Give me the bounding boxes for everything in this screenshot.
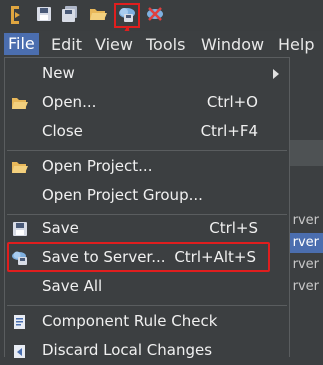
menu-item-open-project-group[interactable]: Open Project Group...: [5, 182, 289, 210]
menu-item-label: Open...: [42, 93, 97, 111]
menu-item-open-project[interactable]: Open Project...: [5, 153, 289, 181]
menu-item-label: Save: [42, 219, 79, 237]
background-header-strip: [290, 140, 323, 166]
open-folder-icon: [11, 95, 29, 111]
menu-separator: [7, 305, 287, 306]
menu-item-new[interactable]: New: [5, 60, 289, 88]
menu-file[interactable]: File: [4, 33, 39, 55]
menu-separator: [7, 150, 287, 151]
save-all-icon[interactable]: [60, 4, 82, 26]
menu-item-discard-local-changes[interactable]: Discard Local Changes: [5, 337, 289, 365]
menu-help[interactable]: Help: [278, 35, 314, 54]
discard-changes-icon: [11, 343, 29, 359]
menu-item-label: Close: [42, 122, 83, 140]
menu-item-shortcut: Ctrl+O: [206, 93, 258, 111]
menu-item-shortcut: Ctrl+F4: [200, 122, 258, 140]
background-row: rver: [292, 279, 319, 294]
submenu-arrow-icon: [273, 69, 279, 79]
menu-tools[interactable]: Tools: [146, 35, 185, 54]
open-folder-icon[interactable]: [88, 4, 110, 26]
rule-check-icon: [11, 314, 29, 330]
menu-view[interactable]: View: [95, 35, 133, 54]
menu-item-close[interactable]: Close Ctrl+F4: [5, 118, 289, 146]
background-row-selected: rver: [290, 233, 323, 253]
menu-bar: File Edit View Tools Window Help: [0, 31, 323, 57]
save-to-server-highlight-box: [7, 242, 270, 272]
menu-item-open[interactable]: Open... Ctrl+O: [5, 89, 289, 117]
background-row: rver: [292, 257, 319, 272]
open-project-icon: [11, 159, 29, 175]
background-row: rver: [292, 213, 319, 228]
menu-item-save-all[interactable]: Save All: [5, 273, 289, 301]
menu-item-label: Open Project...: [42, 157, 153, 175]
menu-item-label: Component Rule Check: [42, 312, 218, 330]
menu-item-label: Open Project Group...: [42, 186, 203, 204]
menu-window[interactable]: Window: [201, 35, 264, 54]
save-icon: [11, 221, 29, 237]
disconnect-icon[interactable]: [145, 4, 167, 26]
menu-item-label: New: [42, 64, 75, 82]
save-icon[interactable]: [34, 4, 56, 26]
menu-item-component-rule-check[interactable]: Component Rule Check: [5, 308, 289, 336]
file-menu-dropdown: New Open... Ctrl+O Close Ctrl+F4 Open Pr…: [4, 57, 290, 359]
menu-item-label: Save All: [42, 277, 103, 295]
save-to-server-icon[interactable]: [117, 4, 139, 26]
toolbar: [0, 0, 323, 60]
background-panel: [290, 57, 323, 354]
menu-item-label: Discard Local Changes: [42, 341, 213, 359]
menu-item-shortcut: Ctrl+S: [209, 219, 258, 237]
app-logo-icon[interactable]: [5, 4, 27, 26]
menu-item-save[interactable]: Save Ctrl+S: [5, 215, 289, 243]
menu-edit[interactable]: Edit: [51, 35, 82, 54]
